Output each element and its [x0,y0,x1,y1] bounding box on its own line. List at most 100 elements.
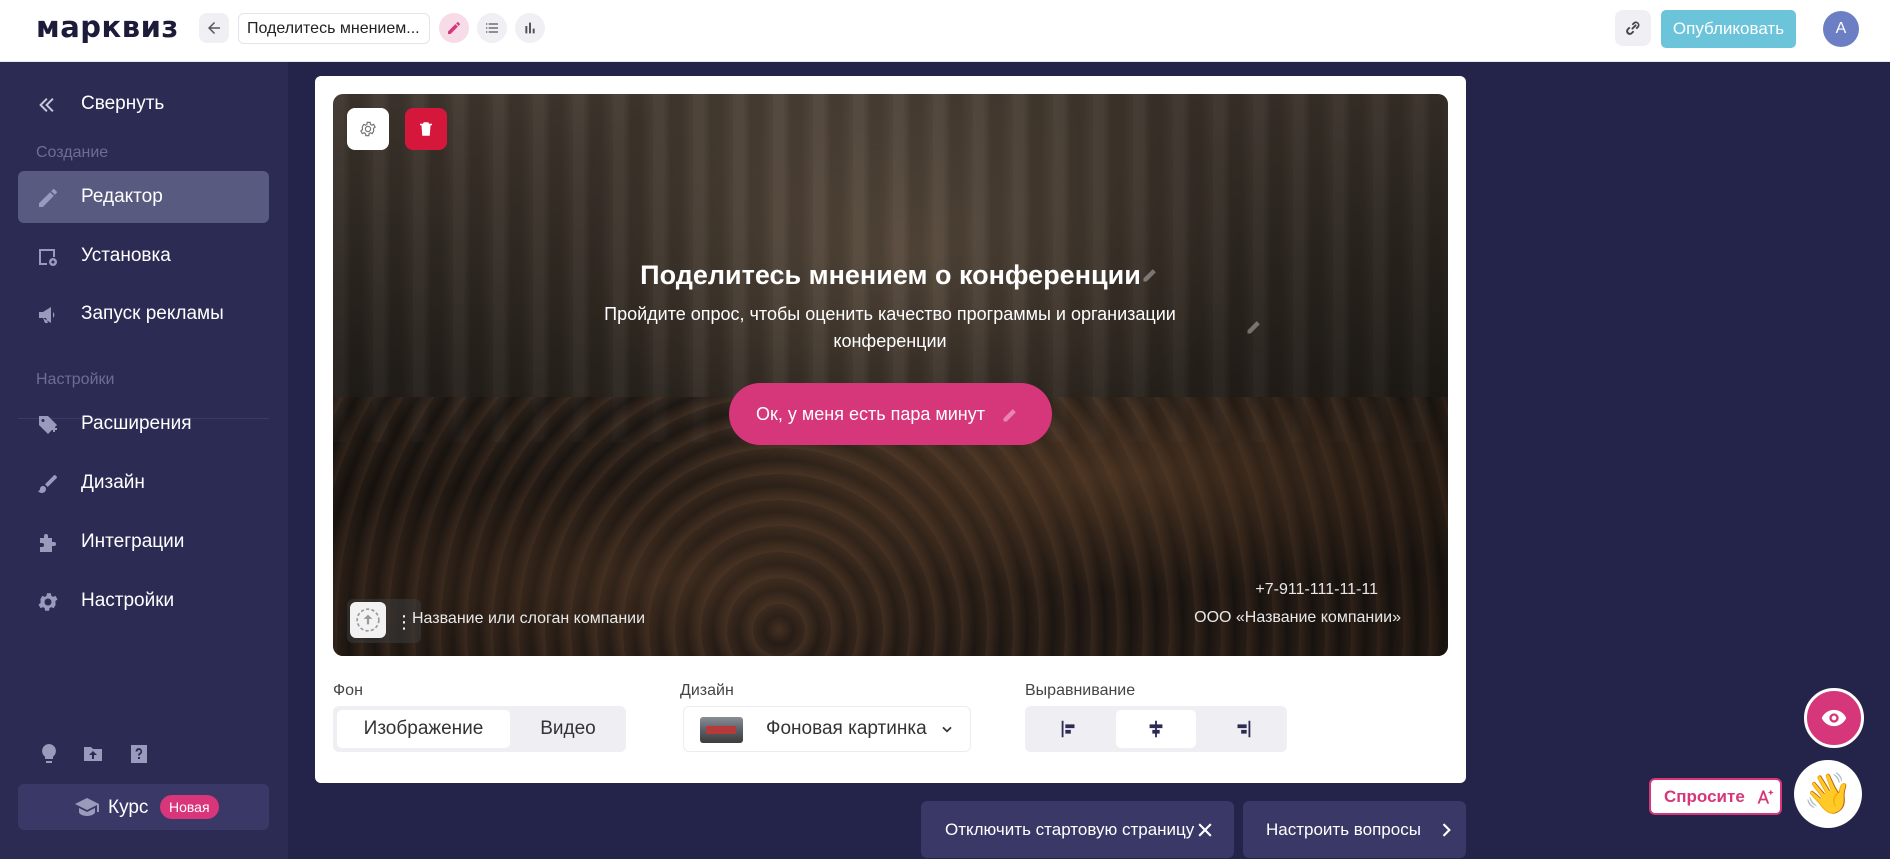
start-quiz-button[interactable]: Ок, у меня есть пара минут [729,383,1052,445]
ask-ai-button[interactable]: Спросите [1649,778,1782,815]
course-label: Курс [108,797,149,818]
top-bar: марквиз Поделитесь мнением... Опубликова… [0,0,1890,62]
company-phone[interactable]: +7-911-111-11-11 [1255,581,1378,599]
course-button[interactable]: Курс Новая [18,784,269,830]
pencil-icon [448,22,460,34]
section-create-label: Создание [36,144,109,161]
chat-wave-button[interactable]: 👋 [1794,760,1862,828]
page-title[interactable]: Поделитесь мнением о конференции [333,260,1448,291]
background-option-video[interactable]: Видео [514,710,622,748]
alignment-toggle [1025,706,1287,752]
publish-button[interactable]: Опубликовать [1661,10,1796,48]
align-center-button[interactable] [1116,710,1196,748]
share-link-button[interactable] [1615,10,1651,46]
background-type-toggle: Изображение Видео [333,706,626,752]
list-icon [486,23,498,33]
trash-icon [420,122,432,136]
ask-label: Спросите [1664,787,1745,806]
start-page-preview[interactable]: Поделитесь мнением о конференции Пройдит… [333,94,1448,656]
gear-icon [360,121,376,137]
graduation-cap-icon [75,798,99,816]
gear-icon [38,593,58,611]
block-settings-button[interactable] [347,108,389,150]
sidebar: Свернуть Создание Редактор Установка Зап… [0,62,288,859]
align-left-icon [1061,720,1075,738]
analytics-button[interactable] [515,13,545,43]
align-label: Выравнивание [1025,682,1136,699]
section-settings-label: Настройки [36,371,115,388]
eye-icon [1821,709,1847,727]
chevron-right-icon [1442,823,1451,837]
pencil-icon [39,189,57,207]
background-option-image[interactable]: Изображение [337,710,510,748]
sidebar-item-label: Интеграции [81,531,185,552]
collapse-label: Свернуть [81,93,165,114]
ai-sparkle-icon [1757,789,1774,804]
align-right-button[interactable] [1203,710,1283,748]
design-label: Дизайн [680,682,734,699]
disable-start-page-button[interactable]: Отключить стартовую страницу [921,801,1234,858]
sidebar-item-label: Редактор [81,186,163,207]
wave-emoji-icon: 👋 [1803,772,1853,816]
background-shade [333,94,1448,656]
megaphone-icon [39,307,55,323]
background-label: Фон [333,682,363,699]
setup-questions-button[interactable]: Настроить вопросы [1243,801,1466,858]
align-left-button[interactable] [1029,710,1109,748]
preview-button[interactable] [1804,688,1864,748]
logo-upload-button[interactable] [350,602,386,638]
sidebar-item-install[interactable]: Установка [18,230,269,282]
sidebar-item-extensions[interactable]: Расширения [18,398,269,450]
sidebar-item-label: Расширения [81,413,192,434]
setup-questions-label: Настроить вопросы [1266,820,1421,839]
upload-icon [356,608,380,632]
arrow-left-icon [208,22,220,34]
logo-menu-icon[interactable]: ⋮ [395,613,413,631]
tag-plus-icon [39,416,57,434]
questions-list-button[interactable] [477,13,507,43]
avatar[interactable]: A [1823,11,1859,47]
chevron-down-icon [942,726,952,733]
back-button[interactable] [199,13,229,43]
design-thumbnail [700,717,743,743]
install-icon [39,249,57,266]
align-center-icon [1149,720,1163,738]
delete-block-button[interactable] [405,108,447,150]
sidebar-item-integrations[interactable]: Интеграции [18,516,269,568]
new-badge: Новая [160,795,219,819]
chevrons-left-icon [39,98,54,112]
close-icon [1198,823,1212,837]
sidebar-item-editor[interactable]: Редактор [18,171,269,223]
edit-mode-button[interactable] [439,13,469,43]
disable-start-page-label: Отключить стартовую страницу [945,820,1195,839]
editor-card: Поделитесь мнением о конференции Пройдит… [315,76,1466,783]
link-icon [1626,21,1640,35]
sidebar-item-settings[interactable]: Настройки [18,575,269,627]
align-right-icon [1237,720,1251,738]
sidebar-item-label: Настройки [81,590,175,611]
sidebar-item-label: Установка [81,245,171,266]
edit-title-icon[interactable] [1141,264,1161,284]
help-icon[interactable] [127,742,151,766]
logo[interactable]: марквиз [36,10,179,44]
collapse-sidebar-button[interactable]: Свернуть [18,78,269,130]
quiz-title-field[interactable]: Поделитесь мнением... [238,13,430,44]
sidebar-item-ads[interactable]: Запуск рекламы [18,288,269,340]
puzzle-icon [40,534,56,552]
company-name[interactable]: ООО «Название компании» [1194,609,1401,627]
sidebar-item-label: Дизайн [81,472,145,493]
lightbulb-icon[interactable] [37,742,61,766]
start-quiz-label: Ок, у меня есть пара минут [756,404,985,424]
sidebar-item-label: Запуск рекламы [81,303,224,324]
folder-upload-icon[interactable] [81,742,105,766]
sidebar-item-design[interactable]: Дизайн [18,457,269,509]
edit-subtitle-icon[interactable] [1245,316,1265,336]
bar-chart-icon [525,22,535,34]
start-page-controls: Фон Изображение Видео Дизайн Фоновая кар… [333,672,1448,764]
page-subtitle[interactable]: Пройдите опрос, чтобы оценить качество п… [570,301,1210,355]
brush-icon [38,475,57,493]
edit-button-icon[interactable] [1001,404,1021,424]
design-select[interactable]: Фоновая картинка [683,706,971,752]
company-slogan[interactable]: Название или слоган компании [412,610,645,628]
design-value: Фоновая картинка [766,718,927,739]
